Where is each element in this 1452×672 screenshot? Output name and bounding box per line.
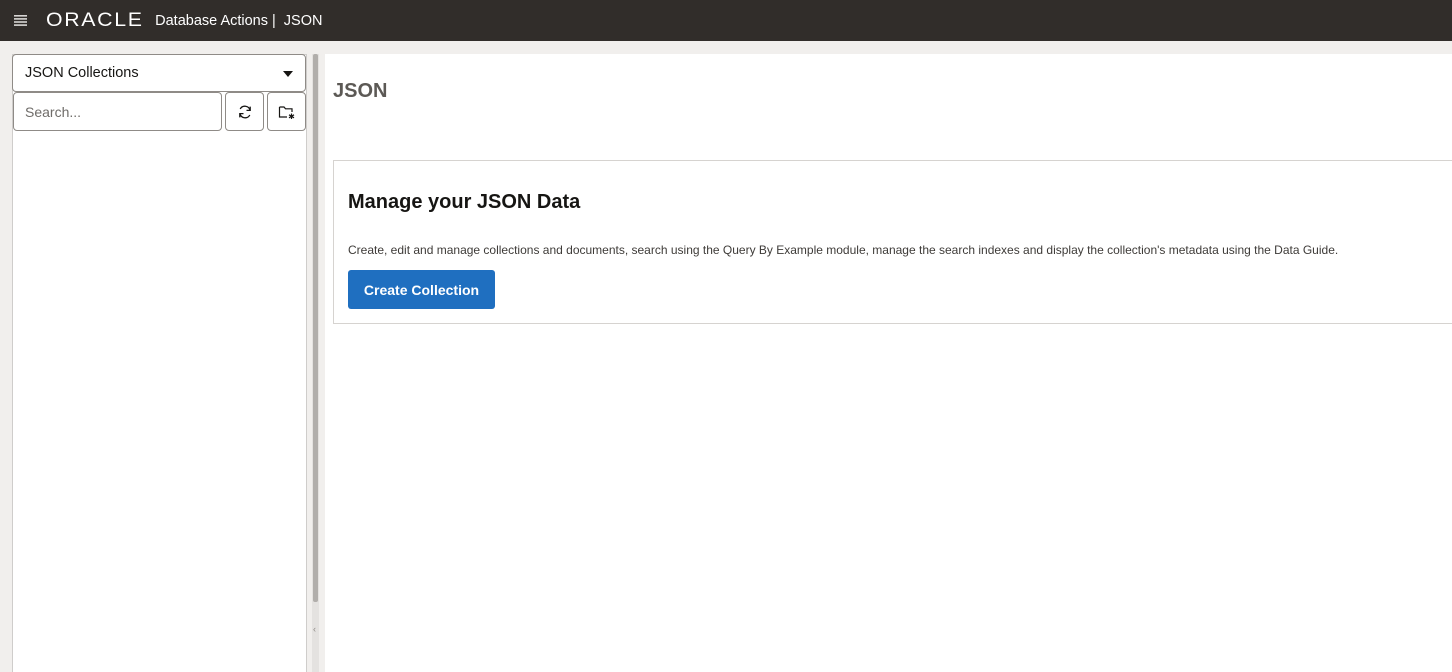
welcome-card: Manage your JSON Data Create, edit and m…	[333, 160, 1452, 324]
panel-splitter[interactable]: ‹	[312, 54, 319, 672]
card-description: Create, edit and manage collections and …	[348, 243, 1339, 257]
search-input[interactable]	[13, 92, 222, 131]
caret-down-icon	[283, 71, 293, 77]
refresh-button[interactable]	[225, 92, 264, 131]
create-collection-button[interactable]: Create Collection	[348, 270, 495, 309]
oracle-logo: ORACLE	[46, 9, 144, 31]
new-collection-button[interactable]	[267, 92, 306, 131]
hamburger-menu-button[interactable]	[0, 0, 40, 41]
card-title: Manage your JSON Data	[348, 191, 581, 213]
breadcrumb-current: JSON	[283, 12, 323, 29]
chevron-left-icon[interactable]: ‹	[313, 624, 316, 634]
navigator-panel	[12, 54, 307, 672]
breadcrumb-separator: |	[272, 12, 276, 29]
top-navbar: ORACLE Database Actions | JSON	[0, 0, 1452, 41]
main-content: JSON Manage your JSON Data Create, edit …	[325, 54, 1452, 672]
new-folder-icon	[278, 105, 294, 119]
app-name: Database Actions	[155, 12, 268, 29]
refresh-icon	[238, 105, 251, 118]
navigator-type-value: JSON Collections	[25, 65, 139, 81]
page-title: JSON	[333, 80, 388, 102]
splitter-scrollbar[interactable]	[313, 54, 318, 602]
hamburger-icon	[13, 15, 27, 26]
navigator-type-select[interactable]: JSON Collections	[12, 54, 306, 92]
